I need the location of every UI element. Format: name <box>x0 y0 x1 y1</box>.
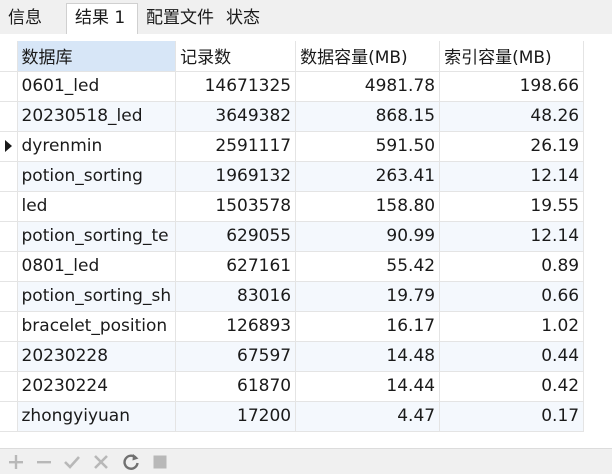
cell-data-size[interactable]: 14.44 <box>295 371 441 402</box>
cell-database[interactable]: potion_sorting <box>17 161 177 192</box>
table-row[interactable]: potion_sorting_te 629055 90.99 12.14 <box>0 221 585 252</box>
cell-record-count[interactable]: 126893 <box>175 311 297 342</box>
cell-record-count[interactable]: 629055 <box>175 221 297 252</box>
cell-data-size[interactable]: 90.99 <box>295 221 441 252</box>
tab-profile-label: 配置文件 <box>146 8 214 28</box>
cell-index-size[interactable]: 19.55 <box>439 191 585 222</box>
cell-data-size[interactable]: 158.80 <box>295 191 441 222</box>
table-row[interactable]: 0801_led 627161 55.42 0.89 <box>0 251 585 282</box>
cell-database[interactable]: dyrenmin <box>17 131 177 162</box>
tab-result-1-label: 结果 1 <box>75 8 126 28</box>
check-icon[interactable] <box>62 452 82 472</box>
cell-data-size[interactable]: 14.48 <box>295 341 441 372</box>
cell-data-size[interactable]: 4.47 <box>295 401 441 432</box>
column-header-record-count[interactable]: 记录数 <box>175 41 297 72</box>
column-header-index-size[interactable]: 索引容量(MB) <box>439 41 585 72</box>
table-row[interactable]: led 1503578 158.80 19.55 <box>0 191 585 222</box>
cell-index-size[interactable]: 198.66 <box>439 71 585 102</box>
current-row-indicator-icon <box>0 131 18 162</box>
table-row[interactable]: dyrenmin 2591117 591.50 26.19 <box>0 131 585 162</box>
cell-database[interactable]: 20230228 <box>17 341 177 372</box>
cell-data-size[interactable]: 4981.78 <box>295 71 441 102</box>
bottom-toolbar <box>0 448 612 474</box>
tab-status-label: 状态 <box>226 8 260 28</box>
cell-data-size[interactable]: 19.79 <box>295 281 441 312</box>
cell-index-size[interactable]: 12.14 <box>439 221 585 252</box>
row-indicator <box>0 311 18 342</box>
cell-record-count[interactable]: 627161 <box>175 251 297 282</box>
table-row[interactable]: 20230224 61870 14.44 0.42 <box>0 371 585 402</box>
row-indicator <box>0 371 18 402</box>
cell-record-count[interactable]: 1969132 <box>175 161 297 192</box>
cell-data-size[interactable]: 16.17 <box>295 311 441 342</box>
cell-index-size[interactable]: 26.19 <box>439 131 585 162</box>
cell-database[interactable]: potion_sorting_te <box>17 221 177 252</box>
cell-data-size[interactable]: 55.42 <box>295 251 441 282</box>
result-grid[interactable]: 数据库 记录数 数据容量(MB) 索引容量(MB) 0601_led 146713… <box>0 34 612 448</box>
cell-database[interactable]: 0601_led <box>17 71 177 102</box>
row-indicator <box>0 191 18 222</box>
cell-data-size[interactable]: 263.41 <box>295 161 441 192</box>
cell-index-size[interactable]: 0.17 <box>439 401 585 432</box>
column-header-database[interactable]: 数据库 <box>17 41 177 72</box>
stop-icon[interactable] <box>150 452 170 472</box>
cell-data-size[interactable]: 591.50 <box>295 131 441 162</box>
table-row[interactable]: potion_sorting 1969132 263.41 12.14 <box>0 161 585 192</box>
cell-database[interactable]: potion_sorting_sh <box>17 281 177 312</box>
refresh-icon[interactable] <box>121 452 141 472</box>
column-header-data-size[interactable]: 数据容量(MB) <box>295 41 441 72</box>
row-indicator <box>0 251 18 282</box>
table-row[interactable]: potion_sorting_sh 83016 19.79 0.66 <box>0 281 585 312</box>
row-indicator <box>0 401 18 432</box>
row-indicator <box>0 281 18 312</box>
minus-icon[interactable] <box>34 452 54 472</box>
table-row[interactable]: 20230518_led 3649382 868.15 48.26 <box>0 101 585 132</box>
cell-index-size[interactable]: 0.89 <box>439 251 585 282</box>
table-row[interactable]: zhongyiyuan 17200 4.47 0.17 <box>0 401 585 432</box>
cell-record-count[interactable]: 83016 <box>175 281 297 312</box>
x-icon[interactable] <box>91 452 111 472</box>
cell-record-count[interactable]: 1503578 <box>175 191 297 222</box>
row-indicator-header <box>0 41 18 72</box>
tab-info[interactable]: 信息 <box>0 4 66 34</box>
row-indicator <box>0 71 18 102</box>
cell-database[interactable]: bracelet_position <box>17 311 177 342</box>
cell-record-count[interactable]: 61870 <box>175 371 297 402</box>
plus-icon[interactable] <box>6 452 26 472</box>
cell-database[interactable]: led <box>17 191 177 222</box>
cell-record-count[interactable]: 3649382 <box>175 101 297 132</box>
tab-profile[interactable]: 配置文件 <box>138 4 218 34</box>
row-indicator <box>0 341 18 372</box>
cell-database[interactable]: zhongyiyuan <box>17 401 177 432</box>
cell-database[interactable]: 0801_led <box>17 251 177 282</box>
cell-database[interactable]: 20230224 <box>17 371 177 402</box>
grid-body: 0601_led 14671325 4981.78 198.66 20230518_le… <box>0 71 585 432</box>
cell-index-size[interactable]: 12.14 <box>439 161 585 192</box>
header-row: 数据库 记录数 数据容量(MB) 索引容量(MB) <box>0 41 585 72</box>
result-table: 数据库 记录数 数据容量(MB) 索引容量(MB) 0601_led 146713… <box>0 41 585 432</box>
cell-database[interactable]: 20230518_led <box>17 101 177 132</box>
table-row[interactable]: 0601_led 14671325 4981.78 198.66 <box>0 71 585 102</box>
cell-index-size[interactable]: 1.02 <box>439 311 585 342</box>
result-tab-bar: 信息 结果 1 配置文件 状态 <box>0 0 612 35</box>
cell-data-size[interactable]: 868.15 <box>295 101 441 132</box>
table-row[interactable]: bracelet_position 126893 16.17 1.02 <box>0 311 585 342</box>
row-indicator <box>0 101 18 132</box>
tab-info-label: 信息 <box>8 8 42 28</box>
cell-record-count[interactable]: 2591117 <box>175 131 297 162</box>
cell-record-count[interactable]: 17200 <box>175 401 297 432</box>
row-indicator <box>0 161 18 192</box>
cell-record-count[interactable]: 14671325 <box>175 71 297 102</box>
tab-result-1[interactable]: 结果 1 <box>66 3 138 35</box>
cell-index-size[interactable]: 48.26 <box>439 101 585 132</box>
table-row[interactable]: 20230228 67597 14.48 0.44 <box>0 341 585 372</box>
row-indicator <box>0 221 18 252</box>
tab-status[interactable]: 状态 <box>218 4 282 34</box>
cell-index-size[interactable]: 0.44 <box>439 341 585 372</box>
cell-index-size[interactable]: 0.66 <box>439 281 585 312</box>
cell-index-size[interactable]: 0.42 <box>439 371 585 402</box>
cell-record-count[interactable]: 67597 <box>175 341 297 372</box>
